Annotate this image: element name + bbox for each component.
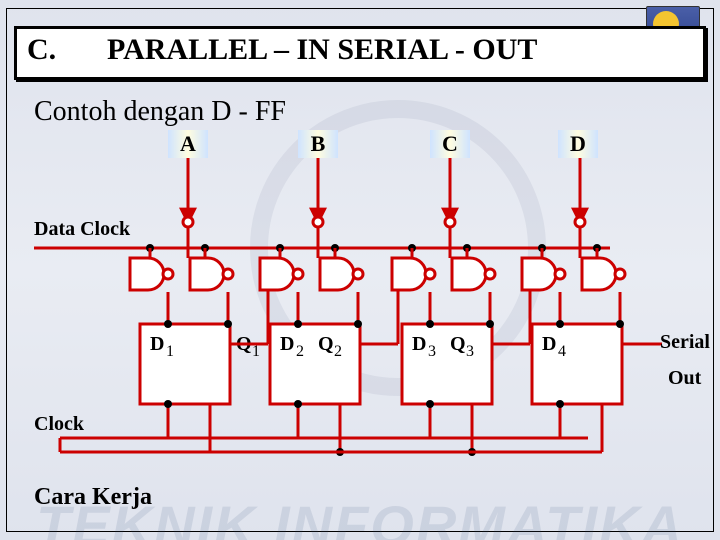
title-bar: C. PARALLEL – IN SERIAL - OUT <box>14 26 706 80</box>
cara-kerja-label: Cara Kerja <box>34 484 152 511</box>
subtitle: Contoh dengan D - FF <box>34 96 286 128</box>
slide-frame <box>6 8 714 532</box>
page-title: PARALLEL – IN SERIAL - OUT <box>107 33 537 67</box>
section-letter: C. <box>27 33 56 67</box>
